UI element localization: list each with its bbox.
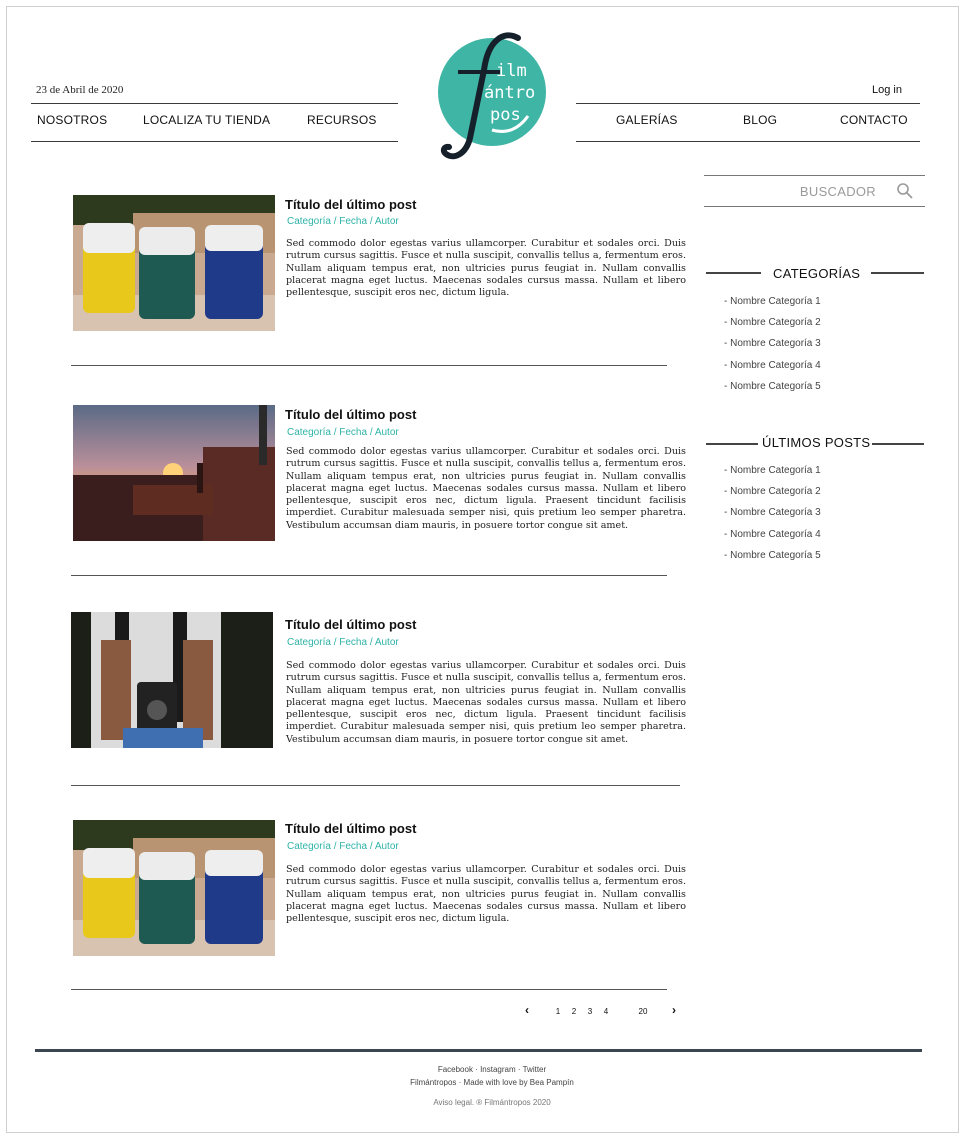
post-4-title[interactable]: Título del último post bbox=[285, 821, 416, 836]
sidebar-category-3[interactable]: - Nombre Categoría 3 bbox=[724, 338, 821, 349]
header-line-right-bottom bbox=[576, 141, 920, 142]
login-link[interactable]: Log in bbox=[872, 84, 902, 96]
pagination-page-3[interactable]: 3 bbox=[585, 1007, 595, 1016]
footer-credits: Filmántropos · Made with love by Bea Pam… bbox=[370, 1078, 614, 1087]
post-4-image[interactable] bbox=[73, 820, 275, 956]
post-1-meta[interactable]: Categoría / Fecha / Autor bbox=[287, 216, 399, 227]
header-date: 23 de Abril de 2020 bbox=[36, 84, 124, 96]
footer-facebook-link[interactable]: Facebook bbox=[438, 1065, 473, 1074]
categories-heading-line-left bbox=[706, 272, 761, 274]
header-line-right-top bbox=[576, 103, 920, 104]
sidebar-latest-3[interactable]: - Nombre Categoría 3 bbox=[724, 507, 821, 518]
nav-galerias[interactable]: GALERÍAS bbox=[616, 113, 678, 127]
latest-heading-line-left bbox=[706, 443, 758, 445]
sidebar-category-5[interactable]: - Nombre Categoría 5 bbox=[724, 381, 821, 392]
post-1-title[interactable]: Título del último post bbox=[285, 197, 416, 212]
header-line-left-top bbox=[31, 103, 398, 104]
post-2-body: Sed commodo dolor egestas varius ullamco… bbox=[286, 446, 686, 531]
footer-separator: · bbox=[515, 1065, 523, 1074]
search-box[interactable] bbox=[704, 175, 925, 207]
post-4-body: Sed commodo dolor egestas varius ullamco… bbox=[286, 864, 686, 925]
post-3-body: Sed commodo dolor egestas varius ullamco… bbox=[286, 660, 686, 745]
nav-recursos[interactable]: RECURSOS bbox=[307, 113, 377, 127]
latest-posts-heading: ÚLTIMOS POSTS bbox=[762, 435, 871, 450]
pagination-page-4[interactable]: 4 bbox=[601, 1007, 611, 1016]
post-3-separator bbox=[71, 785, 680, 786]
sidebar-category-4[interactable]: - Nombre Categoría 4 bbox=[724, 360, 821, 371]
post-4-separator bbox=[71, 989, 667, 990]
post-3-image[interactable] bbox=[71, 612, 273, 748]
sidebar-category-1[interactable]: - Nombre Categoría 1 bbox=[724, 296, 821, 307]
search-icon[interactable] bbox=[896, 182, 914, 200]
footer-divider bbox=[35, 1049, 922, 1052]
sidebar-latest-2[interactable]: - Nombre Categoría 2 bbox=[724, 486, 821, 497]
footer-legal[interactable]: Aviso legal. ® Filmántropos 2020 bbox=[380, 1098, 604, 1107]
post-2-title[interactable]: Título del último post bbox=[285, 407, 416, 422]
footer-credit: Made with love by Bea Pampín bbox=[463, 1078, 574, 1087]
logo-text-line2: ántro bbox=[484, 83, 535, 103]
post-2-meta[interactable]: Categoría / Fecha / Autor bbox=[287, 427, 399, 438]
header-line-left-bottom bbox=[31, 141, 398, 142]
post-2-image[interactable] bbox=[73, 405, 275, 541]
sidebar-latest-5[interactable]: - Nombre Categoría 5 bbox=[724, 550, 821, 561]
nav-nosotros[interactable]: NOSOTROS bbox=[37, 113, 107, 127]
nav-contacto[interactable]: CONTACTO bbox=[840, 113, 908, 127]
post-1-separator bbox=[71, 365, 667, 366]
categories-heading: CATEGORÍAS bbox=[773, 266, 861, 281]
footer-brand: Filmántropos bbox=[410, 1078, 457, 1087]
pagination-page-1[interactable]: 1 bbox=[553, 1007, 563, 1016]
pagination-page-20[interactable]: 20 bbox=[635, 1007, 651, 1016]
footer-instagram-link[interactable]: Instagram bbox=[480, 1065, 516, 1074]
sidebar-latest-1[interactable]: - Nombre Categoría 1 bbox=[724, 465, 821, 476]
footer-separator: · bbox=[472, 1065, 481, 1074]
sidebar-category-2[interactable]: - Nombre Categoría 2 bbox=[724, 317, 821, 328]
post-3-meta[interactable]: Categoría / Fecha / Autor bbox=[287, 637, 399, 648]
post-1-body: Sed commodo dolor egestas varius ullamco… bbox=[286, 238, 686, 299]
footer-separator: · bbox=[456, 1078, 464, 1087]
pagination-prev-icon[interactable]: ‹ bbox=[522, 1004, 532, 1016]
site-logo[interactable]: ilm ántro pos bbox=[418, 30, 548, 160]
search-input[interactable] bbox=[704, 176, 884, 206]
pagination-page-2[interactable]: 2 bbox=[569, 1007, 579, 1016]
footer-twitter-link[interactable]: Twitter bbox=[523, 1065, 547, 1074]
logo-text-line3: pos bbox=[490, 105, 521, 125]
pagination-next-icon[interactable]: › bbox=[669, 1004, 679, 1016]
categories-heading-line-right bbox=[871, 272, 924, 274]
nav-localiza-tu-tienda[interactable]: LOCALIZA TU TIENDA bbox=[143, 113, 270, 127]
sidebar-latest-4[interactable]: - Nombre Categoría 4 bbox=[724, 529, 821, 540]
post-3-title[interactable]: Título del último post bbox=[285, 617, 416, 632]
post-4-meta[interactable]: Categoría / Fecha / Autor bbox=[287, 841, 399, 852]
latest-heading-line-right bbox=[872, 443, 924, 445]
footer-social-links: Facebook · Instagram · Twitter bbox=[380, 1065, 604, 1074]
post-2-separator bbox=[71, 575, 667, 576]
post-1-image[interactable] bbox=[73, 195, 275, 331]
logo-text-line1: ilm bbox=[496, 61, 527, 81]
nav-blog[interactable]: BLOG bbox=[743, 113, 777, 127]
